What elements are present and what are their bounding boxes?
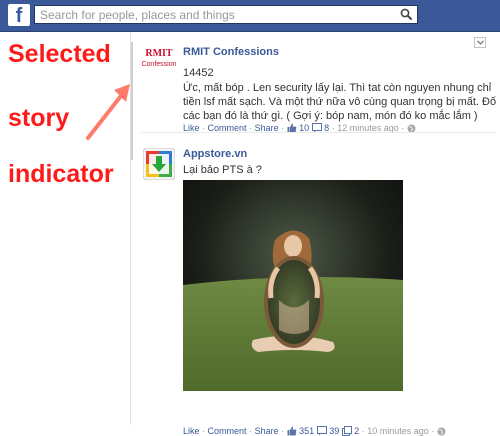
story-text-line: Ức, mất bóp . Len security lấy lại. Thì … — [183, 82, 492, 94]
story-options-button[interactable] — [474, 37, 486, 48]
avatar-text-confession: Confession — [141, 61, 177, 68]
comment-link[interactable]: Comment — [208, 426, 247, 436]
thumbs-up-icon — [287, 426, 297, 436]
facebook-logo[interactable]: f — [8, 4, 30, 27]
story-text-line: các bạn đó là thứ gì. ( Gợi ý: bóp nam, … — [183, 110, 478, 122]
annotation-line-2: story — [8, 104, 70, 132]
news-feed: RMIT Confession RMIT Confessions 14452 Ứ… — [130, 32, 500, 436]
story-meta: Like · Comment · Share · 351 39 2 · 10 m… — [183, 426, 446, 436]
globe-icon — [437, 427, 446, 436]
comment-icon — [316, 426, 327, 436]
chevron-down-icon — [477, 40, 484, 45]
search-input[interactable] — [35, 6, 395, 24]
selected-story-indicator — [131, 42, 133, 160]
share-link[interactable]: Share — [255, 426, 279, 436]
annotation-line-1: Selected — [8, 40, 111, 68]
shares-count[interactable]: 2 — [354, 426, 359, 436]
story-text: Lại bảo PTS à ? — [183, 164, 262, 176]
photo-girl-with-mirror — [183, 180, 403, 391]
like-link[interactable]: Like — [183, 426, 200, 436]
share-icon — [341, 426, 352, 436]
search-box[interactable] — [34, 5, 418, 24]
appstore-avatar-icon[interactable] — [143, 148, 175, 180]
story-divider — [141, 132, 497, 133]
timestamp[interactable]: 10 minutes ago — [367, 426, 429, 436]
story-author[interactable]: Appstore.vn — [183, 148, 247, 160]
top-bar: f — [0, 0, 500, 32]
story-text-line: tiền lsf mất sạch. Và một thứ nữa vô cùn… — [183, 96, 497, 108]
magnifier-icon[interactable] — [400, 8, 413, 21]
comments-count[interactable]: 39 — [329, 426, 339, 436]
likes-count[interactable]: 351 — [299, 426, 314, 436]
story-photo[interactable] — [183, 180, 403, 391]
avatar-text-rmit: RMIT — [145, 48, 173, 59]
avatar-rmit[interactable]: RMIT Confession — [141, 48, 176, 80]
annotation-line-3: indicator — [8, 160, 114, 188]
story-text-line: 14452 — [183, 67, 214, 79]
story-author[interactable]: RMIT Confessions — [183, 46, 279, 58]
